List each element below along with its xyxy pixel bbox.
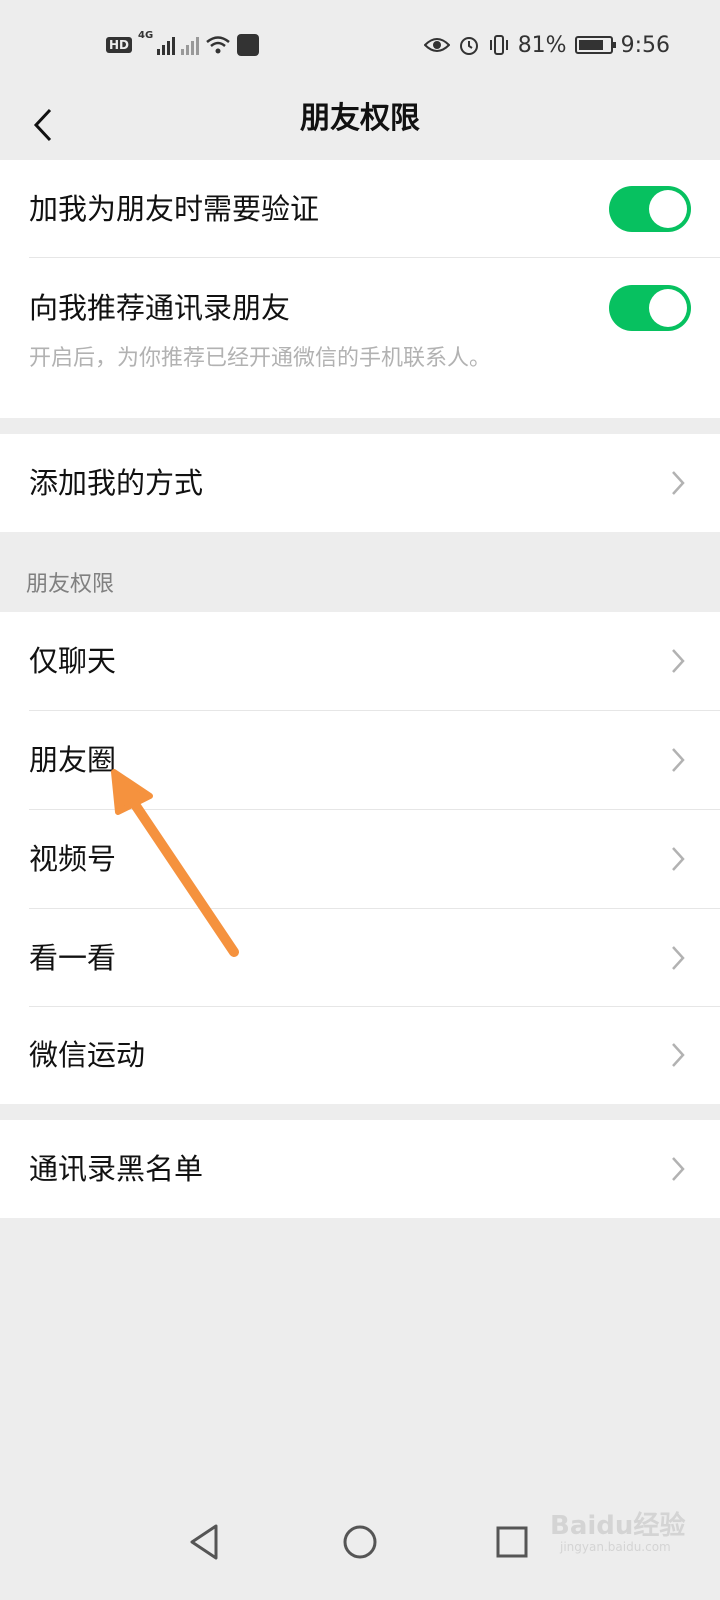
wifi-icon: [206, 36, 230, 54]
hd-badge: HD: [106, 37, 133, 53]
permission-item-chat-only[interactable]: 仅聊天: [0, 612, 720, 710]
blacklist-group: 通讯录黑名单: [0, 1120, 720, 1218]
nav-bar: 朋友权限: [0, 90, 720, 160]
signal-secondary-icon: [181, 35, 200, 55]
status-bar: HD 4G 81% 9:56: [0, 0, 720, 90]
add-method-group: 添加我的方式: [0, 434, 720, 532]
verify-label: 加我为朋友时需要验证: [29, 192, 320, 226]
status-left-icons: HD 4G: [106, 30, 260, 60]
network-tag: 4G: [138, 30, 154, 41]
chevron-right-icon: [672, 471, 685, 495]
watermark-url: jingyan.baidu.com: [560, 1540, 671, 1554]
toggle-knob: [649, 289, 687, 327]
add-method-label: 添加我的方式: [29, 466, 204, 500]
nav-back-icon[interactable]: [184, 1520, 228, 1564]
alarm-icon: [459, 37, 478, 55]
permission-item-label: 朋友圈: [29, 743, 117, 777]
notification-app-icon: [237, 34, 260, 56]
chevron-right-icon: [672, 946, 685, 970]
blacklist-label: 通讯录黑名单: [29, 1152, 204, 1186]
permission-item-channels[interactable]: 视频号: [0, 810, 720, 908]
permission-item-werun[interactable]: 微信运动: [0, 1007, 720, 1104]
permissions-section-header: 朋友权限: [26, 572, 115, 597]
vibrate-icon: [489, 35, 508, 55]
nav-recents-icon[interactable]: [490, 1520, 534, 1564]
permission-item-label: 微信运动: [29, 1038, 146, 1072]
chevron-right-icon: [672, 748, 685, 772]
chevron-right-icon: [672, 649, 685, 673]
add-method-row[interactable]: 添加我的方式: [0, 434, 720, 532]
verify-toggle[interactable]: [609, 186, 691, 232]
back-button[interactable]: [20, 102, 66, 148]
eye-icon: [423, 38, 450, 52]
page-title: 朋友权限: [300, 101, 420, 136]
permission-item-label: 看一看: [29, 941, 117, 975]
status-right-icons: 81% 9:56: [423, 30, 670, 60]
toggle-knob: [649, 190, 687, 228]
signal-icon: [157, 35, 176, 55]
chevron-right-icon: [672, 847, 685, 871]
battery-percent: 81%: [517, 32, 567, 58]
verify-row: 加我为朋友时需要验证: [0, 160, 720, 258]
nav-home-icon[interactable]: [338, 1520, 382, 1564]
recommend-toggle[interactable]: [609, 285, 691, 331]
chevron-right-icon: [672, 1157, 685, 1181]
blacklist-row[interactable]: 通讯录黑名单: [0, 1120, 720, 1218]
watermark-logo: Baidu经验: [550, 1511, 686, 1541]
permission-item-label: 仅聊天: [29, 644, 117, 678]
battery-icon: [574, 36, 616, 54]
recommend-row: 向我推荐通讯录朋友 开启后，为你推荐已经开通微信的手机联系人。: [0, 258, 720, 418]
permissions-group: 仅聊天 朋友圈 视频号 看一看 微信运动: [0, 612, 720, 1104]
chevron-left-icon: [33, 108, 52, 142]
verify-settings-group: 加我为朋友时需要验证 向我推荐通讯录朋友 开启后，为你推荐已经开通微信的手机联系…: [0, 160, 720, 418]
recommend-description: 开启后，为你推荐已经开通微信的手机联系人。: [29, 346, 492, 371]
clock-time: 9:56: [620, 32, 670, 58]
chevron-right-icon: [672, 1043, 685, 1067]
recommend-label: 向我推荐通讯录朋友: [29, 291, 291, 325]
permission-item-label: 视频号: [29, 842, 117, 876]
permission-item-moments[interactable]: 朋友圈: [0, 711, 720, 809]
permission-item-top-stories[interactable]: 看一看: [0, 909, 720, 1007]
